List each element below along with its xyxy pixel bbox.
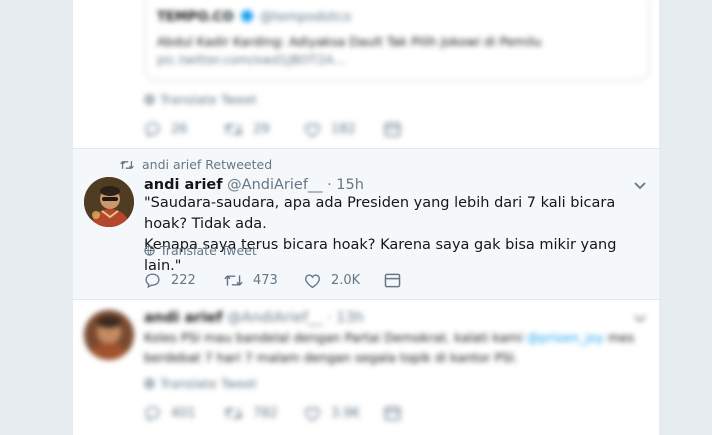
- heart-icon: [305, 273, 320, 288]
- direct-message-button[interactable]: [384, 406, 464, 421]
- reply-icon: [145, 122, 160, 138]
- tweet-time[interactable]: · 13h: [327, 310, 364, 326]
- tweet-previous[interactable]: TEMPO.CO @tempodotco Abdul Kadir Karding…: [73, 0, 659, 148]
- tweet-text: "Saudara-saudara, apa ada Presiden yang …: [144, 193, 649, 277]
- tweet-text-segment: mes: [607, 330, 635, 345]
- tweet-text-segment: Koles PSI mau bandelal dengan Partai Dem…: [144, 330, 523, 345]
- heart-icon: [305, 122, 320, 137]
- globe-icon: [144, 94, 155, 105]
- tweet-text-line: Koles PSI mau bandelal dengan Partai Dem…: [144, 328, 649, 348]
- reply-icon: [145, 406, 160, 422]
- retweet-button[interactable]: 782: [224, 405, 304, 422]
- author-name[interactable]: andi arief: [144, 310, 223, 326]
- globe-icon: [144, 378, 155, 389]
- reply-button[interactable]: 26: [144, 121, 224, 138]
- globe-icon: [144, 245, 155, 256]
- retweet-count: 29: [253, 122, 270, 137]
- retweeted-by-label[interactable]: andi arief Retweeted: [142, 157, 272, 172]
- translate-label: Translate Tweet: [160, 243, 257, 258]
- retweet-button[interactable]: 29: [224, 121, 304, 138]
- translate-tweet-link[interactable]: Translate Tweet: [144, 376, 257, 391]
- retweet-icon: [224, 275, 243, 286]
- retweet-button[interactable]: 473: [224, 272, 304, 289]
- retweet-icon: [120, 160, 134, 169]
- reply-count: 222: [171, 273, 196, 288]
- retweet-count: 782: [253, 406, 278, 421]
- quoted-link[interactable]: pic.twitter.com/xwd1JBOT2A...: [157, 51, 541, 69]
- envelope-icon: [384, 273, 401, 288]
- author-handle[interactable]: @AndiArief__: [227, 177, 322, 193]
- quoted-header: TEMPO.CO @tempodotco: [157, 10, 351, 25]
- like-count: 182: [331, 122, 356, 137]
- avatar[interactable]: [84, 177, 134, 227]
- retweet-count: 473: [253, 273, 278, 288]
- envelope-icon: [384, 122, 401, 137]
- tweet-actions: 401 782 3.9K: [144, 405, 464, 422]
- direct-message-button[interactable]: [384, 273, 464, 288]
- retweet-icon: [224, 124, 243, 135]
- reply-button[interactable]: 222: [144, 272, 224, 289]
- translate-tweet-link[interactable]: Translate Tweet: [144, 243, 257, 258]
- mention-link[interactable]: @prioen_joy: [527, 330, 604, 345]
- reply-icon: [145, 273, 160, 289]
- like-button[interactable]: 2.0K: [304, 273, 384, 289]
- like-button[interactable]: 182: [304, 122, 384, 138]
- verified-badge-icon: [240, 10, 253, 22]
- retweet-context: andi arief Retweeted: [120, 157, 272, 172]
- quoted-tweet-card[interactable]: TEMPO.CO @tempodotco Abdul Kadir Karding…: [144, 0, 649, 81]
- timeline: TEMPO.CO @tempodotco Abdul Kadir Karding…: [73, 0, 659, 435]
- tweet-header: andi arief @AndiArief__ · 15h: [144, 177, 364, 193]
- tweet-next[interactable]: andi arief @AndiArief__ · 13h Koles PSI …: [73, 300, 659, 435]
- avatar[interactable]: [84, 310, 134, 360]
- envelope-icon: [384, 406, 401, 421]
- like-count: 3.9K: [331, 406, 361, 421]
- tweet-text-line: berdebat 7 hari 7 malam dengan segala to…: [144, 350, 518, 365]
- chevron-down-icon[interactable]: [633, 314, 647, 324]
- tweet-main[interactable]: andi arief Retweeted andi arief @AndiAri…: [73, 149, 659, 299]
- chevron-down-icon[interactable]: [633, 181, 647, 191]
- translate-label: Translate Tweet: [160, 376, 257, 391]
- translate-label: Translate Tweet: [160, 92, 257, 107]
- tweet-header: andi arief @AndiArief__ · 13h: [144, 310, 364, 326]
- reply-count: 401: [171, 406, 196, 421]
- retweet-icon: [224, 408, 243, 419]
- tweet-time[interactable]: · 15h: [327, 177, 364, 193]
- tweet-text-line: "Saudara-saudara, apa ada Presiden yang …: [144, 195, 616, 232]
- like-button[interactable]: 3.9K: [304, 406, 384, 422]
- author-name[interactable]: andi arief: [144, 177, 223, 193]
- tweet-actions: 222 473 2.0K: [144, 272, 464, 289]
- reply-button[interactable]: 401: [144, 405, 224, 422]
- quoted-text: Abdul Kadir Karding: Adiyaksa Dault Tak …: [157, 33, 541, 69]
- quoted-author-handle: @tempodotco: [259, 10, 352, 25]
- like-count: 2.0K: [331, 273, 361, 288]
- tweet-actions: 26 29 182: [144, 121, 464, 138]
- heart-icon: [305, 406, 320, 421]
- direct-message-button[interactable]: [384, 122, 464, 137]
- tweet-text: Koles PSI mau bandelal dengan Partai Dem…: [144, 328, 649, 368]
- reply-count: 26: [171, 122, 188, 137]
- translate-tweet-link[interactable]: Translate Tweet: [144, 92, 257, 107]
- quoted-author-name: TEMPO.CO: [157, 10, 234, 25]
- quoted-text-line: Abdul Kadir Karding: Adiyaksa Dault Tak …: [157, 34, 542, 49]
- author-handle[interactable]: @AndiArief__: [227, 310, 322, 326]
